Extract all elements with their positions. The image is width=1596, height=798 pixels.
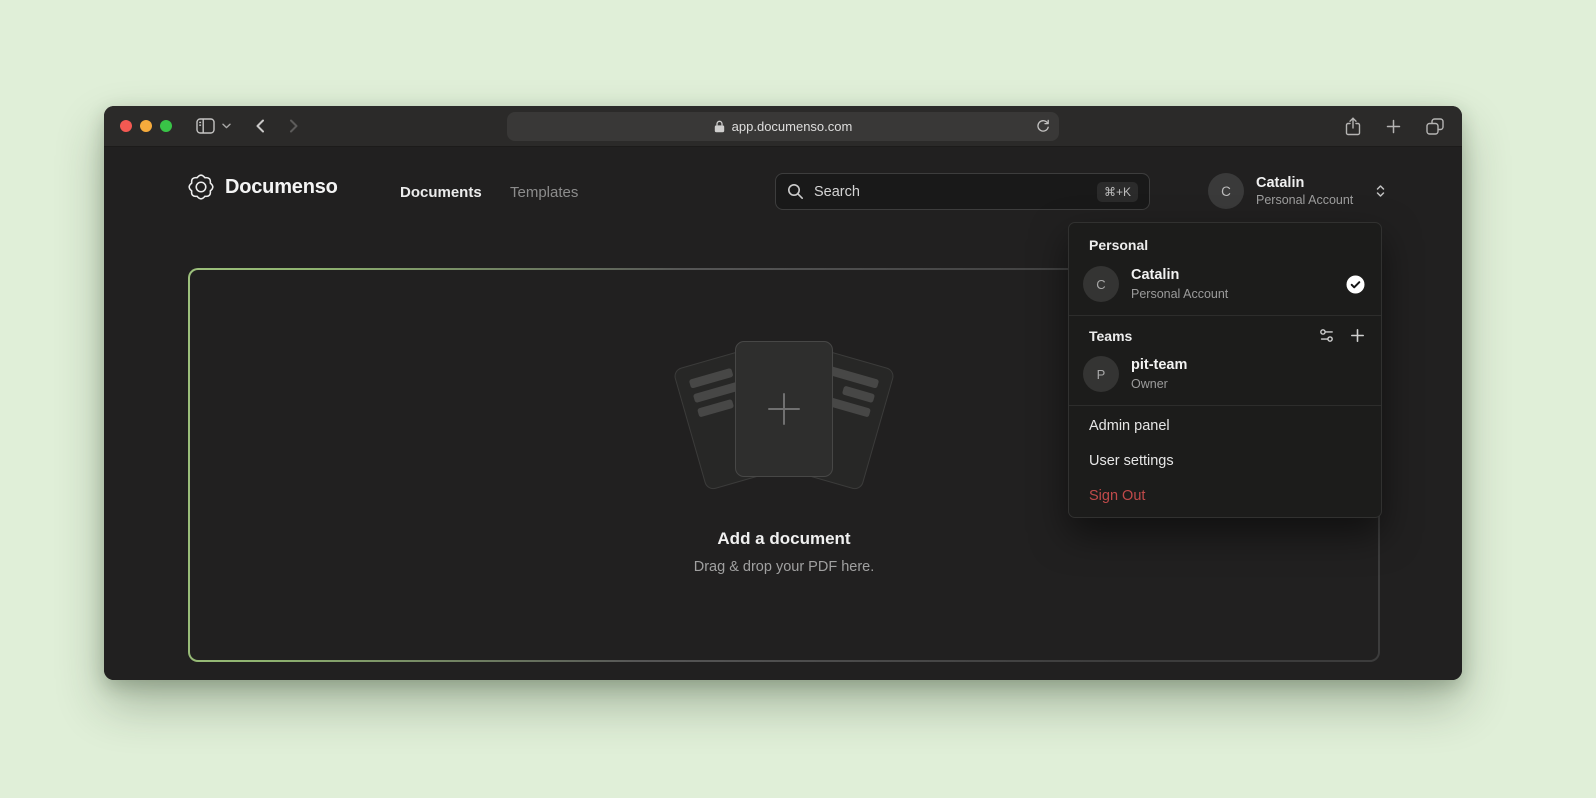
plus-icon [761,386,807,432]
zoom-window-button[interactable] [160,120,172,132]
share-icon[interactable] [1345,117,1361,136]
team-name: pit-team [1131,357,1187,374]
manage-teams-icon[interactable] [1318,327,1335,344]
brand-logo[interactable]: Documenso [188,174,338,200]
tab-overview-icon[interactable] [1426,118,1444,135]
app-content: Documenso Documents Templates Search ⌘+K… [104,147,1462,680]
dropdown-personal-account-item[interactable]: C Catalin Personal Account [1069,258,1381,312]
dropdown-divider [1069,315,1381,316]
lock-icon [714,120,725,133]
personal-account-subtitle: Personal Account [1131,287,1228,301]
dropzone-subtitle: Drag & drop your PDF here. [694,559,875,575]
nav-templates[interactable]: Templates [510,184,578,201]
create-team-plus-icon[interactable] [1350,328,1365,343]
dropdown-teams-label: Teams [1089,328,1132,344]
dropdown-team-item[interactable]: P pit-team Owner [1069,348,1381,402]
menu-item-user-settings[interactable]: User settings [1069,444,1381,479]
dropzone-title: Add a document [717,529,850,549]
check-circle-icon [1346,275,1365,294]
avatar: C [1083,266,1119,302]
chevrons-up-down-icon [1373,183,1388,199]
account-subtitle: Personal Account [1256,193,1353,207]
search-icon [787,183,804,200]
account-dropdown-menu: Personal C Catalin Personal Account [1068,222,1382,518]
url-text: app.documenso.com [732,119,853,134]
sidebar-chevron-icon[interactable] [222,123,231,129]
search-shortcut-badge: ⌘+K [1097,182,1138,202]
dropdown-divider [1069,405,1381,406]
address-bar[interactable]: app.documenso.com [507,112,1059,141]
desktop: app.documenso.com [0,0,1596,798]
menu-item-sign-out[interactable]: Sign Out [1069,479,1381,514]
window-controls [120,120,172,132]
search-input[interactable]: Search ⌘+K [775,173,1150,210]
back-button[interactable] [253,118,267,134]
document-card-center [735,341,833,477]
sidebar-toggle-button[interactable] [196,118,215,134]
team-role: Owner [1131,377,1187,391]
search-placeholder: Search [814,184,1087,200]
account-menu-trigger[interactable]: C Catalin Personal Account [1208,173,1388,209]
brand-name: Documenso [225,176,338,199]
browser-titlebar: app.documenso.com [104,106,1462,147]
document-stack-illustration [674,341,894,493]
menu-item-admin-panel[interactable]: Admin panel [1069,409,1381,444]
forward-button[interactable] [287,118,301,134]
new-tab-icon[interactable] [1386,119,1401,134]
personal-account-name: Catalin [1131,267,1228,284]
browser-window: app.documenso.com [104,106,1462,680]
dropdown-personal-label: Personal [1069,228,1381,258]
team-avatar: P [1083,356,1119,392]
documenso-rosette-icon [188,174,214,200]
nav-documents[interactable]: Documents [400,184,482,201]
reload-icon[interactable] [1036,119,1050,134]
account-name: Catalin [1256,175,1353,192]
close-window-button[interactable] [120,120,132,132]
minimize-window-button[interactable] [140,120,152,132]
avatar: C [1208,173,1244,209]
